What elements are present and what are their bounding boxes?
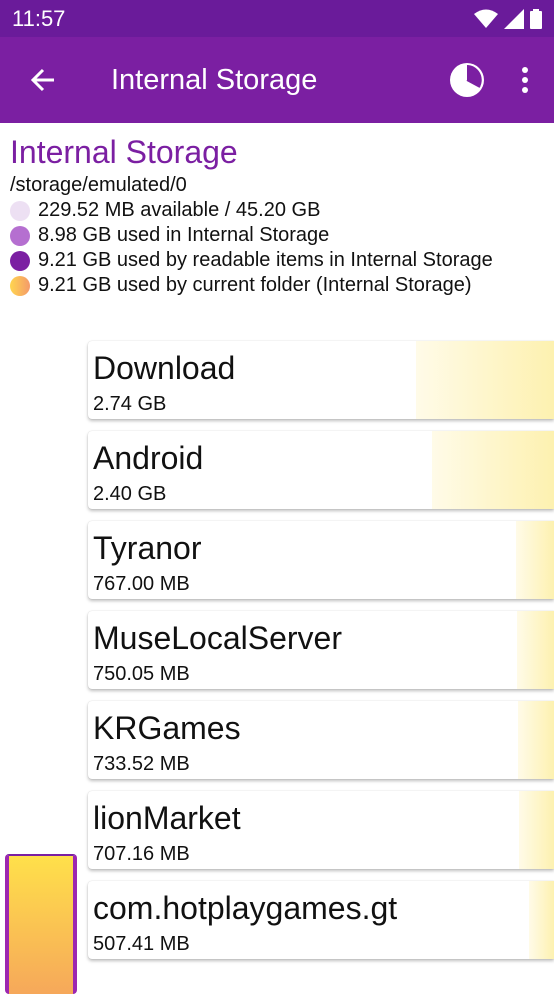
folder-size: 2.40 GB (93, 483, 167, 505)
system-icons (474, 8, 542, 29)
legend-row: 229.52 MB available / 45.20 GB (10, 198, 550, 223)
legend-row: 9.21 GB used by current folder (Internal… (10, 273, 550, 298)
status-bar: 11:57 (0, 0, 554, 37)
folder-name: KRGames (93, 710, 241, 746)
battery-icon (530, 8, 542, 29)
folder-item[interactable]: KRGames 733.52 MB (88, 701, 554, 779)
legend-text: 9.21 GB used by current folder (Internal… (38, 274, 472, 296)
folder-item[interactable]: Tyranor 767.00 MB (88, 521, 554, 599)
folder-size: 707.16 MB (93, 843, 190, 865)
folder-name: Tyranor (93, 530, 202, 566)
legend-text: 8.98 GB used in Internal Storage (38, 224, 330, 246)
legend-text: 229.52 MB available / 45.20 GB (38, 199, 321, 221)
overflow-menu-button[interactable] (496, 37, 554, 123)
chart-button[interactable] (438, 37, 496, 123)
signal-icon (504, 8, 524, 29)
folder-size: 733.52 MB (93, 753, 190, 775)
storage-header: Internal Storage /storage/emulated/0 229… (10, 133, 550, 298)
arrow-back-icon (30, 68, 54, 92)
folder-usage-bar (517, 611, 554, 689)
storage-title: Internal Storage (10, 134, 238, 170)
app-bar: Internal Storage (0, 37, 554, 123)
folder-name: MuseLocalServer (93, 620, 342, 656)
folder-name: com.hotplaygames.gt (93, 890, 398, 926)
status-time: 11:57 (12, 5, 66, 31)
folder-item[interactable]: lionMarket 707.16 MB (88, 791, 554, 869)
more-vert-icon (522, 67, 528, 93)
legend-dot (10, 225, 30, 246)
storage-path: /storage/emulated/0 (10, 174, 187, 196)
folder-size: 750.05 MB (93, 663, 190, 685)
folder-size: 767.00 MB (93, 573, 190, 595)
folder-item[interactable]: com.hotplaygames.gt 507.41 MB (88, 881, 554, 959)
folder-item[interactable]: Download 2.74 GB (88, 341, 554, 419)
current-folder-usage-bar[interactable] (5, 854, 77, 994)
legend-dot (10, 275, 30, 296)
folder-size: 507.41 MB (93, 933, 190, 955)
folder-usage-bar (517, 701, 554, 779)
wifi-icon (474, 9, 498, 28)
folder-size: 2.74 GB (93, 393, 167, 415)
legend-row: 8.98 GB used in Internal Storage (10, 223, 550, 248)
folder-list: Download 2.74 GB Android 2.40 GB Tyranor 767.… (88, 341, 554, 971)
folder-name: Download (93, 350, 236, 386)
page-title: Internal Storage (111, 63, 318, 96)
folder-name: Android (93, 440, 204, 476)
legend-text: 9.21 GB used by readable items in Intern… (38, 249, 493, 271)
folder-name: lionMarket (93, 800, 241, 836)
folder-usage-bar (432, 431, 554, 509)
folder-usage-bar (528, 881, 554, 959)
back-button[interactable] (0, 37, 86, 123)
folder-usage-bar (516, 521, 554, 599)
storage-legend: 229.52 MB available / 45.20 GB 8.98 GB us… (10, 198, 550, 298)
folder-usage-bar (519, 791, 554, 869)
folder-item[interactable]: MuseLocalServer 750.05 MB (88, 611, 554, 689)
legend-row: 9.21 GB used by readable items in Intern… (10, 248, 550, 273)
legend-dot (10, 250, 30, 271)
folder-item[interactable]: Android 2.40 GB (88, 431, 554, 509)
legend-dot (10, 200, 30, 221)
folder-usage-bar (415, 341, 554, 419)
pie-chart-icon (450, 63, 484, 97)
